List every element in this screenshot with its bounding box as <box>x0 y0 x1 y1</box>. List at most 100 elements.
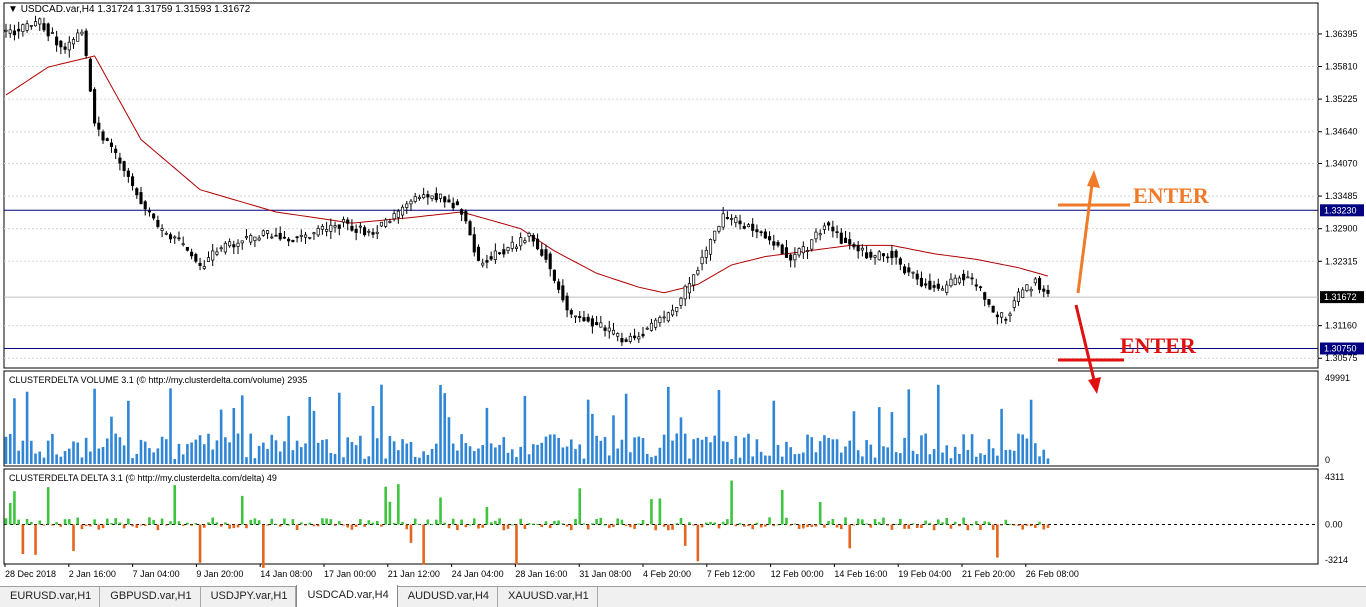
volume-indicator-title: CLUSTERDELTA VOLUME 3.1 (© http://my.clu… <box>9 375 308 385</box>
delta-bar-negative <box>839 524 843 530</box>
volume-bar <box>165 439 168 464</box>
candle-body <box>303 234 308 238</box>
volume-bar <box>198 435 202 464</box>
delta-bar-positive <box>468 524 472 526</box>
delta-bar-negative <box>515 524 518 565</box>
x-tick-label: 24 Jan 04:00 <box>452 569 504 579</box>
volume-bar <box>645 453 649 464</box>
candle-body <box>447 199 451 203</box>
volume-bar <box>877 407 881 464</box>
candle-body <box>266 230 270 234</box>
volume-bar <box>21 440 25 464</box>
candle-body <box>177 237 181 240</box>
delta-bar-positive <box>831 518 835 525</box>
delta-bar-positive <box>532 523 535 525</box>
chart-tab-0[interactable]: EURUSD.var,H1 <box>0 587 101 607</box>
volume-bar <box>169 388 172 464</box>
volume-bar <box>561 447 565 464</box>
candle-body <box>903 266 907 274</box>
delta-bar-positive <box>413 518 417 525</box>
volume-bar <box>1000 408 1003 464</box>
candle-body <box>240 240 244 244</box>
volume-bar <box>776 444 780 464</box>
chart-tab-2[interactable]: USDJPY.var,H1 <box>201 587 297 607</box>
candle-body <box>713 230 717 241</box>
volume-bar <box>308 397 312 464</box>
volume-bar <box>312 410 316 464</box>
candle-body <box>611 329 616 335</box>
volume-bar <box>654 455 657 464</box>
candle-body <box>881 253 886 257</box>
volume-bar <box>384 458 387 464</box>
delta-bar-positive <box>865 523 868 525</box>
chart-tab-1[interactable]: GBPUSD.var,H1 <box>100 587 201 607</box>
candle-body <box>392 213 396 220</box>
candle-body <box>818 233 822 236</box>
volume-bar <box>886 447 889 464</box>
volume-bar <box>232 407 236 464</box>
volume-bar <box>996 455 999 464</box>
candle-body <box>915 273 919 280</box>
candle-body <box>1004 318 1008 321</box>
candle-body <box>202 266 206 269</box>
delta-bar-negative <box>72 524 75 552</box>
y-tick-label: 1.34640 <box>1325 127 1358 137</box>
delta-bar-negative <box>232 524 236 529</box>
delta-bar-positive <box>1038 521 1041 525</box>
chart-tab-3[interactable]: USDCAD.var,H4 <box>296 585 398 607</box>
x-tick-label: 21 Jan 12:00 <box>388 569 440 579</box>
delta-bar-negative <box>565 524 569 527</box>
volume-bar <box>953 446 957 464</box>
chart-tab-4[interactable]: AUDUSD.var,H4 <box>398 587 499 607</box>
delta-bar-positive <box>118 522 122 525</box>
candle-body <box>721 213 725 228</box>
y-tick-label: 1.31160 <box>1325 321 1357 331</box>
chart-canvas[interactable]: 1.33230 1.31672 1.30750 1.36395 1.35810 1.35… <box>0 0 1366 586</box>
delta-bar-positive <box>46 487 50 525</box>
volume-bar <box>148 448 151 464</box>
delta-bar-negative <box>295 524 299 531</box>
candle-body <box>995 314 999 318</box>
delta-bar-negative <box>181 524 185 526</box>
chart-tab-5[interactable]: XAUUSD.var,H1 <box>498 587 598 607</box>
volume-bar <box>375 438 379 464</box>
candle-body <box>481 262 485 266</box>
delta-bar-positive <box>527 523 531 525</box>
volume-bar <box>1034 443 1037 464</box>
dropdown-triangle-icon[interactable]: ▼ <box>8 4 18 15</box>
candle-body <box>966 276 970 279</box>
chart-window[interactable]: 1.33230 1.31672 1.30750 1.36395 1.35810 1.35… <box>0 0 1366 606</box>
delta-bar-positive <box>4 518 8 525</box>
candle-body <box>590 318 594 327</box>
candle-body <box>21 24 25 32</box>
candle-body <box>704 249 708 258</box>
volume-bar <box>532 444 535 464</box>
candle-body <box>603 327 607 331</box>
delta-bar-positive <box>519 518 522 525</box>
volume-bar <box>1004 449 1008 464</box>
enter-label-top: ENTER <box>1133 183 1209 208</box>
candle-body <box>658 317 662 323</box>
candle-body <box>325 229 329 232</box>
volume-bar <box>468 446 472 464</box>
volume-bar <box>388 435 392 464</box>
candle-body <box>4 29 8 32</box>
delta-bar-positive <box>63 519 67 525</box>
candle-body <box>253 236 257 241</box>
short-entry-arrow-shaft <box>1074 304 1096 381</box>
candle-body <box>924 283 928 286</box>
volume-bar <box>890 412 894 464</box>
volume-bar <box>536 444 539 464</box>
delta-bar-positive <box>755 522 759 525</box>
volume-bar <box>848 440 852 464</box>
delta-bar-positive <box>114 518 117 525</box>
volume-bar <box>641 438 645 464</box>
volume-bar <box>1046 458 1050 464</box>
candle-body <box>514 246 519 249</box>
volume-bar <box>675 433 679 464</box>
volume-bar <box>219 409 223 464</box>
candle-body <box>422 194 426 199</box>
candle-body <box>869 251 873 258</box>
volume-bar <box>489 443 493 464</box>
delta-bar-positive <box>329 519 333 525</box>
